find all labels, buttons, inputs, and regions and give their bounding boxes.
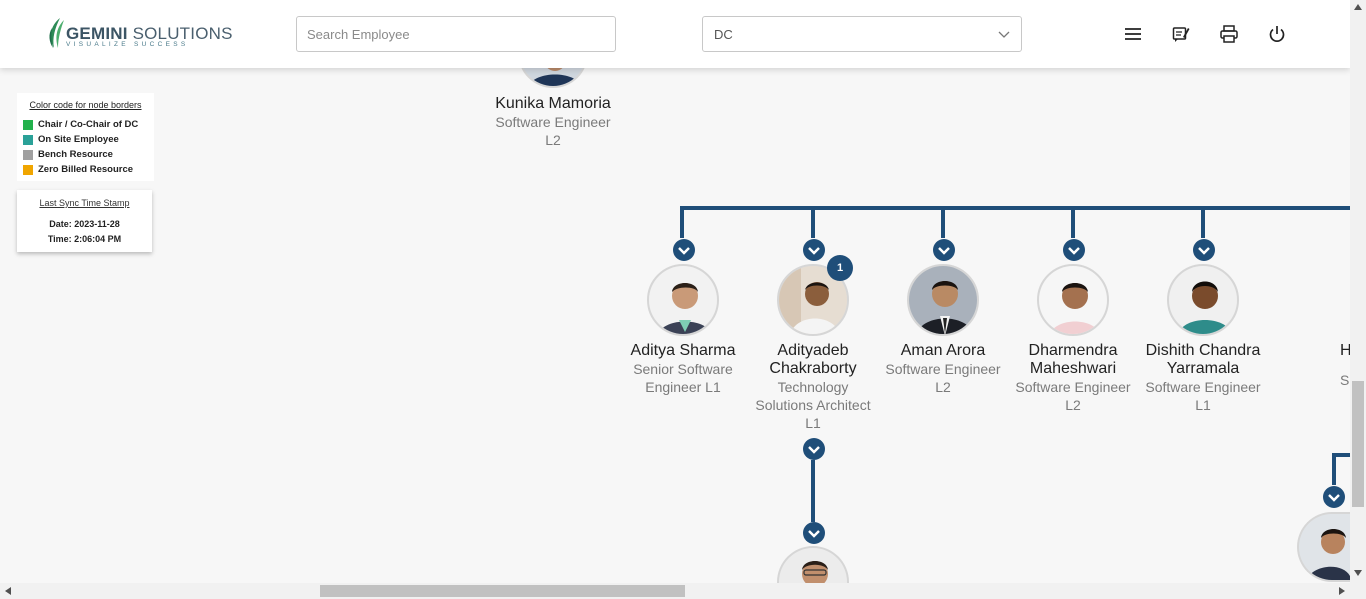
top-header: GEMINI SOLUTIONS VISUALIZE SUCCESS DC (0, 0, 1350, 68)
node-name: Adityadeb Chakraborty (769, 342, 857, 377)
scroll-up-arrow-icon[interactable] (1354, 4, 1362, 10)
feedback-icon[interactable] (1171, 24, 1191, 44)
print-icon[interactable] (1219, 24, 1239, 44)
search-employee-input[interactable] (296, 16, 616, 52)
dc-select-value: DC (714, 27, 733, 42)
gemini-logo[interactable]: GEMINI SOLUTIONS VISUALIZE SUCCESS (46, 16, 232, 52)
avatar-aman-arora[interactable] (907, 264, 979, 336)
collapse-toggle-icon (803, 438, 825, 460)
connector-line (680, 206, 1350, 238)
node-name: Aman Arora (900, 342, 986, 359)
scroll-right-arrow-icon[interactable] (1339, 587, 1345, 595)
avatar-dharmendra-maheshwari[interactable] (1037, 264, 1109, 336)
horizontal-scroll-thumb[interactable] (320, 585, 685, 597)
node-title: Software Engineer L2 (495, 114, 611, 148)
avatar-aditya-sharma[interactable] (647, 264, 719, 336)
node-name: Aditya Sharma (630, 342, 736, 359)
node-title: Technology Solutions Architect L1 (755, 379, 871, 431)
node-title: Software Engineer L2 (885, 361, 1001, 395)
expand-toggle-icon (673, 239, 695, 261)
expand-toggle-icon (933, 239, 955, 261)
node-aman-arora[interactable]: Aman Arora Software Engineer L2 (883, 342, 1003, 396)
scrollbar-corner (1350, 583, 1366, 599)
power-icon[interactable] (1267, 24, 1287, 44)
connector-line (1332, 453, 1350, 485)
menu-icon[interactable] (1123, 24, 1143, 44)
node-title: Software Engineer L2 (1015, 379, 1131, 413)
avatar-dishith-chandra-yarramala[interactable] (1167, 264, 1239, 336)
node-kunika-mamoria[interactable]: Kunika Mamoria Software Engineer L2 (493, 95, 613, 149)
leaf-logo-icon (49, 18, 64, 48)
chevron-down-icon (998, 31, 1010, 38)
direct-reports-badge[interactable]: 1 (827, 255, 853, 281)
node-name: Dishith Chandra Yarramala (1145, 342, 1261, 377)
expand-toggle-icon (1063, 239, 1085, 261)
scroll-left-arrow-icon[interactable] (5, 587, 11, 595)
node-adityadeb-chakraborty[interactable]: Adityadeb Chakraborty Technology Solutio… (753, 342, 873, 432)
node-title: Software Engineer L1 (1145, 379, 1261, 413)
vertical-scroll-thumb[interactable] (1352, 381, 1364, 507)
node-dishith-chandra-yarramala[interactable]: Dishith Chandra Yarramala Software Engin… (1143, 342, 1263, 414)
vertical-scrollbar[interactable] (1350, 0, 1366, 583)
expand-toggle-icon (803, 239, 825, 261)
scroll-down-arrow-icon[interactable] (1354, 570, 1362, 576)
expand-toggle-icon (1323, 486, 1345, 508)
expand-toggle-icon (1193, 239, 1215, 261)
dc-select[interactable]: DC (702, 16, 1022, 52)
node-name: Kunika Mamoria (495, 95, 611, 112)
expand-toggle-icon (803, 522, 825, 544)
node-name: Dharmendra Maheshwari (1028, 342, 1118, 377)
horizontal-scrollbar[interactable] (0, 583, 1350, 599)
logo-tagline: VISUALIZE SUCCESS (66, 41, 189, 48)
node-dharmendra-maheshwari[interactable]: Dharmendra Maheshwari Software Engineer … (1013, 342, 1133, 414)
person-photo-icon (1299, 514, 1350, 580)
node-title: Senior Software Engineer L1 (633, 361, 733, 395)
node-aditya-sharma[interactable]: Aditya Sharma Senior Software Engineer L… (623, 342, 743, 396)
